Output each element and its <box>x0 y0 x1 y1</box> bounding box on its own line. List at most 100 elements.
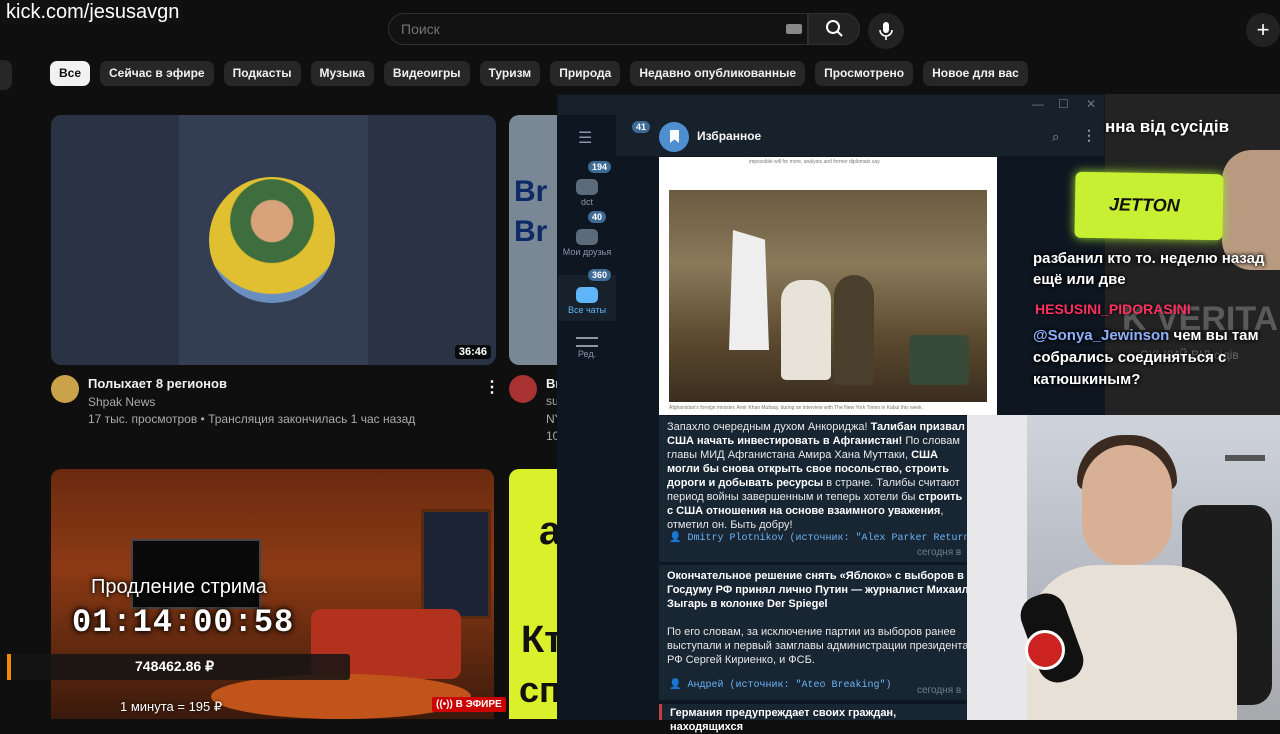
message-text: Запахло очередным духом Анкориджа! <box>667 421 871 433</box>
thumbnail-avatar <box>209 177 335 303</box>
duration-badge: 36:46 <box>454 345 491 359</box>
folder-label: Ред. <box>577 349 597 359</box>
folder-all-chats[interactable]: 360 Все чаты <box>558 269 616 321</box>
chat-header <box>616 115 1104 157</box>
folder-edit[interactable]: Ред. <box>558 325 616 371</box>
minimize-icon[interactable]: — <box>1032 97 1044 111</box>
streamer-webcam <box>967 415 1280 720</box>
sliders-icon <box>576 337 598 347</box>
folder-icon <box>576 229 598 245</box>
folder-sidebar: 194 dct 40 Мои друзья 360 Все чаты Ред. <box>558 115 616 719</box>
chat-mention: @Sonya_Jewinson <box>1033 327 1170 344</box>
folder-label: dct <box>580 197 593 207</box>
thumbnail-window <box>421 509 491 619</box>
unread-count: 360 <box>588 269 612 281</box>
microphone-flag <box>1025 630 1065 670</box>
bookmark-icon <box>659 122 689 152</box>
stream-chat-message: разбанил кто то. неделю назад ещё или дв… <box>1033 250 1265 288</box>
video-meta: 17 тыс. просмотров • Трансляция закончил… <box>88 412 416 426</box>
chip-live[interactable]: Сейчас в эфире <box>100 61 214 86</box>
chip-watched[interactable]: Просмотрено <box>815 61 914 86</box>
message-time: сегодня в <box>917 685 962 696</box>
photo-person <box>834 275 874 385</box>
chats-icon <box>576 287 598 303</box>
sponsor-logo: JETTON <box>1074 171 1224 241</box>
channel-name[interactable]: Shpak News <box>88 395 155 409</box>
voice-search-button[interactable] <box>868 13 904 49</box>
search-icon <box>826 20 843 37</box>
extend-stream-label: Продление стрима <box>91 576 267 598</box>
create-button[interactable]: + <box>1246 13 1280 47</box>
stream-chat-username: HESUSINI_PIDORASINI <box>1035 301 1191 317</box>
channel-avatar[interactable] <box>51 375 79 403</box>
unread-count: 194 <box>588 161 612 173</box>
photo-person <box>781 280 831 380</box>
video-thumbnail[interactable]: 36:46 <box>51 115 496 365</box>
message-image[interactable]: impossible will for more, analysts and f… <box>659 157 997 415</box>
keyboard-icon[interactable] <box>786 24 802 34</box>
close-icon[interactable]: ✕ <box>1086 97 1096 111</box>
thumbnail-text: Br <box>514 175 548 208</box>
thumbnail-text: Br <box>514 215 548 248</box>
photo-chair <box>909 335 969 385</box>
more-vert-icon[interactable]: ⋮ <box>1082 127 1096 144</box>
stream-timer: 01:14:00:58 <box>72 604 295 641</box>
folder-icon <box>576 179 598 195</box>
message-bubble[interactable]: Германия предупреждает своих граждан, на… <box>659 704 979 733</box>
donation-total: 748462.86 ₽ <box>135 658 214 674</box>
unread-count: 40 <box>588 211 607 223</box>
channel-avatar[interactable] <box>509 375 537 403</box>
image-caption: Afghanistan's foreign minister, Amir Kha… <box>669 405 924 411</box>
image-caption: impossible will for more, analysts and f… <box>749 159 881 165</box>
sidebar-fragment[interactable] <box>0 60 12 90</box>
back-unread-badge[interactable]: 41 <box>632 121 651 133</box>
folder-dct[interactable]: 194 dct <box>558 161 616 211</box>
message-source[interactable]: 👤 Андрей (источник: "Ateo Breaking") <box>669 679 892 693</box>
message-headline: Окончательное решение снять «Яблоко» с в… <box>667 570 969 610</box>
folder-friends[interactable]: 40 Мои друзья <box>558 211 616 271</box>
donation-bar-fill <box>7 654 11 680</box>
message-source[interactable]: 👤 Dmitry Plotnikov (источник: "Alex Park… <box>669 532 988 546</box>
folder-label: Мои друзья <box>562 247 612 257</box>
message-headline: Германия предупреждает своих граждан, на… <box>670 707 897 733</box>
chip-tourism[interactable]: Туризм <box>479 61 541 86</box>
more-vert-icon[interactable]: ⋮ <box>484 377 500 397</box>
sponsor-name: JETTON <box>1108 194 1180 216</box>
chip-recent[interactable]: Недавно опубликованные <box>630 61 806 86</box>
stream-url-overlay: kick.com/jesusavgn <box>2 0 184 24</box>
message-bubble[interactable]: Окончательное решение снять «Яблоко» с в… <box>659 565 979 700</box>
hamburger-icon[interactable]: ☰ <box>578 128 592 148</box>
webcam-shelf <box>967 415 1027 720</box>
message-text: По его словам, за исключение партии из в… <box>667 626 969 666</box>
maximize-icon[interactable]: ☐ <box>1058 97 1069 111</box>
chip-games[interactable]: Видеоигры <box>383 61 470 86</box>
live-icon: ((•)) <box>436 699 456 710</box>
thumbnail-text: сп <box>519 669 561 710</box>
window-titlebar: — ☐ ✕ <box>558 95 1104 115</box>
news-ticker: нна від сусідів <box>1105 117 1230 136</box>
chip-nature[interactable]: Природа <box>550 61 621 86</box>
message-bubble[interactable]: Запахло очередным духом Анкориджа! Талиб… <box>659 416 988 562</box>
filter-chips: Все Сейчас в эфире Подкасты Музыка Видео… <box>50 61 1028 86</box>
chat-title[interactable]: Избранное <box>697 129 761 143</box>
stream-chat-message: @Sonya_Jewinson чем вы там собрались сое… <box>1033 325 1280 391</box>
webcam-hook <box>1225 455 1265 461</box>
photo-flag <box>729 230 769 350</box>
microphone-icon <box>879 22 893 40</box>
chip-new[interactable]: Новое для вас <box>923 61 1028 86</box>
live-badge-label: В ЭФИРЕ <box>455 699 502 710</box>
search-icon[interactable]: ⌕ <box>1052 129 1059 145</box>
donation-rate: 1 минута = 195 ₽ <box>120 699 223 714</box>
chip-podcasts[interactable]: Подкасты <box>223 61 301 86</box>
search-input[interactable] <box>389 14 769 44</box>
photo <box>669 190 987 402</box>
chip-music[interactable]: Музыка <box>310 61 374 86</box>
folder-label: Все чаты <box>567 305 607 315</box>
message-time: сегодня в <box>917 547 962 558</box>
streamer-head <box>1082 445 1172 565</box>
live-badge: ((•)) В ЭФИРЕ <box>432 697 506 712</box>
search-button[interactable] <box>808 13 860 45</box>
search-box[interactable] <box>388 13 808 45</box>
chip-all[interactable]: Все <box>50 61 91 86</box>
video-title[interactable]: Полыхает 8 регионов <box>88 376 227 391</box>
